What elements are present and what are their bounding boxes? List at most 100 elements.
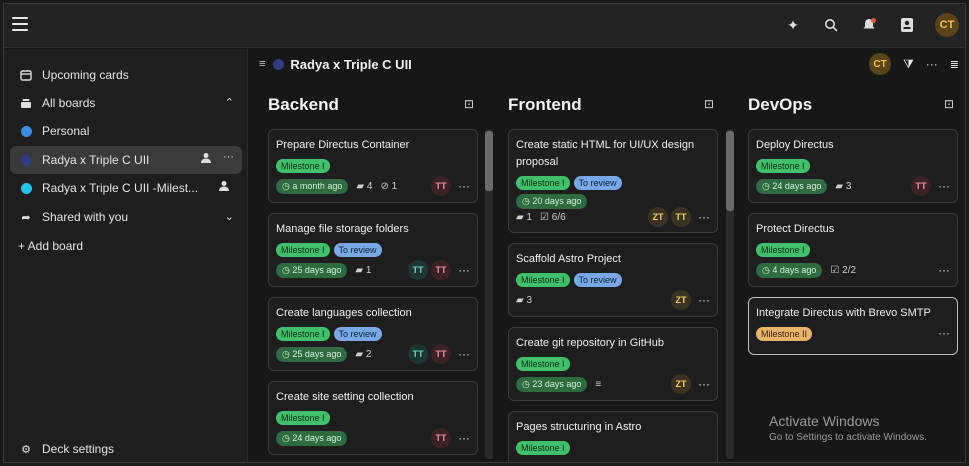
comments-count: ▰ 3 [516,294,533,306]
sidebar-item-upcoming-cards[interactable]: Upcoming cards [10,61,242,89]
more-options-icon[interactable]: ··· [223,151,234,163]
card-title: Prepare Directus Container [276,139,410,151]
due-date-badge: ◷ 25 days ago [276,346,348,362]
app-window: ✦ CT Upcoming cards All boards ⌃ Persona… [3,3,966,463]
scrollbar-backend[interactable] [485,129,493,459]
notification-bell-icon[interactable] [859,15,879,35]
avatar: TT [408,344,428,364]
deck-settings-button[interactable]: ⚙ Deck settings [10,435,242,462]
contacts-icon[interactable] [897,15,917,35]
card[interactable]: Scaffold Astro Project Milestone I To rev… [508,243,718,317]
board-area: ≡ Radya x Triple C UII CT ⧩ ··· ≣ Backen… [249,49,965,462]
board-details-icon[interactable]: ≣ [950,58,959,71]
board-color-dot [20,154,32,166]
add-board-button[interactable]: + Add board [10,232,242,260]
card-title: Protect Directus [756,223,835,235]
column-title: Frontend [508,95,582,114]
tag-milestone: Milestone I [756,243,810,257]
filter-icon[interactable]: ⧩ [903,57,914,72]
checklist-count: ☑ 2/2 [830,264,857,276]
tag-milestone: Milestone I [276,243,330,257]
user-avatar[interactable]: CT [935,13,959,37]
card[interactable]: Create git repository in GitHub Mileston… [508,327,718,401]
tag-to-review: To review [573,176,622,190]
card-menu-icon[interactable]: ··· [698,293,710,307]
comments-count: ▰ 1 [355,264,372,276]
tag-milestone: Milestone I [276,411,330,425]
tag-to-review: To review [333,327,382,341]
board-color-dot [273,58,285,70]
menu-icon[interactable] [12,17,28,31]
card[interactable]: Create static HTML for UI/UX design prop… [508,129,718,233]
tag-to-review: To review [333,243,382,257]
avatar: TT [431,428,451,448]
sparkle-icon[interactable]: ✦ [783,15,803,35]
card[interactable]: Pages structuring in Astro Milestone I [508,411,718,462]
card-menu-icon[interactable]: ··· [698,377,710,391]
avatar: TT [911,176,931,196]
sidebar-item-label: Radya x Triple C UII -Milest... [42,181,199,195]
chevron-down-icon[interactable]: ⌄ [225,210,234,223]
comments-count: ▰ 1 [516,211,533,223]
avatar: TT [431,260,451,280]
card[interactable]: Deploy Directus Milestone I ◷ 24 days ag… [748,129,958,203]
board-color-dot [20,125,32,137]
card[interactable]: Prepare Directus Container Milestone I ◷… [268,129,478,203]
card-menu-icon[interactable]: ··· [938,326,950,340]
sidebar-item-radya[interactable]: Radya x Triple C UII ··· [10,146,242,174]
card[interactable]: Protect Directus Milestone I ◷ 4 days ag… [748,213,958,287]
tag-milestone: Milestone I [516,273,570,287]
add-card-icon[interactable]: ⊡ [944,97,958,111]
sidebar-item-all-boards[interactable]: All boards ⌃ [10,89,242,117]
board-member-avatar[interactable]: CT [869,53,892,75]
due-date-badge: ◷ 24 days ago [756,178,828,194]
avatar: ZT [648,207,668,227]
card-menu-icon[interactable]: ··· [458,347,470,361]
tag-to-review: To review [573,273,622,287]
due-date-badge: ◷ 20 days ago [516,193,588,209]
card-title: Create git repository in GitHub [516,337,664,349]
gear-icon: ⚙ [21,443,31,456]
sidebar-item-radya-milestone[interactable]: Radya x Triple C UII -Milest... [10,174,242,202]
add-card-icon[interactable]: ⊡ [704,97,718,111]
due-date-badge: ◷ 25 days ago [276,262,348,278]
card[interactable]: Integrate Directus with Brevo SMTP Miles… [748,297,958,355]
card-title: Create languages collection [276,307,412,319]
card-menu-icon[interactable]: ··· [458,179,470,193]
share-arrow-icon: ➦ [21,211,31,224]
scrollbar-frontend[interactable] [726,129,734,459]
card-menu-icon[interactable]: ··· [458,431,470,445]
card-menu-icon[interactable]: ··· [458,263,470,277]
shared-user-icon [200,152,212,167]
more-options-icon[interactable]: ··· [926,57,938,71]
card-title: Create site setting collection [276,391,414,403]
card-title: Scaffold Astro Project [516,253,621,265]
card-menu-icon[interactable]: ··· [938,179,950,193]
search-icon[interactable] [821,15,841,35]
attachments-count: ⊘ 1 [380,180,398,192]
boards-icon [18,97,34,109]
card-menu-icon[interactable]: ··· [938,263,950,277]
sidebar-item-personal[interactable]: Personal [10,117,242,145]
sidebar-item-shared[interactable]: ➦ Shared with you ⌄ [10,203,242,231]
card[interactable]: Create site setting collection Milestone… [268,381,478,455]
tag-milestone: Milestone I [516,357,570,371]
collapse-sidebar-icon[interactable]: ≡ [259,58,265,70]
card[interactable]: Create languages collection Milestone IT… [268,297,478,371]
add-card-icon[interactable]: ⊡ [464,97,478,111]
board-header-actions: CT ⧩ ··· ≣ [869,53,959,75]
chevron-up-icon[interactable]: ⌃ [225,96,234,109]
sidebar-item-label: Shared with you [42,210,129,224]
column-devops: DevOps ⊡ Deploy Directus Milestone I ◷ 2… [748,95,958,461]
card[interactable]: Manage file storage folders Milestone IT… [268,213,478,287]
tag-milestone: Milestone I [276,327,330,341]
avatar: TT [431,344,451,364]
sidebar-item-label: Personal [42,124,90,138]
comments-count: ▰ 3 [835,180,852,192]
card-menu-icon[interactable]: ··· [698,210,710,224]
avatar: ZT [671,290,691,310]
avatar: TT [671,207,691,227]
column-title: Backend [268,95,339,114]
calendar-icon [18,69,34,81]
tag-milestone: Milestone I [276,159,330,173]
